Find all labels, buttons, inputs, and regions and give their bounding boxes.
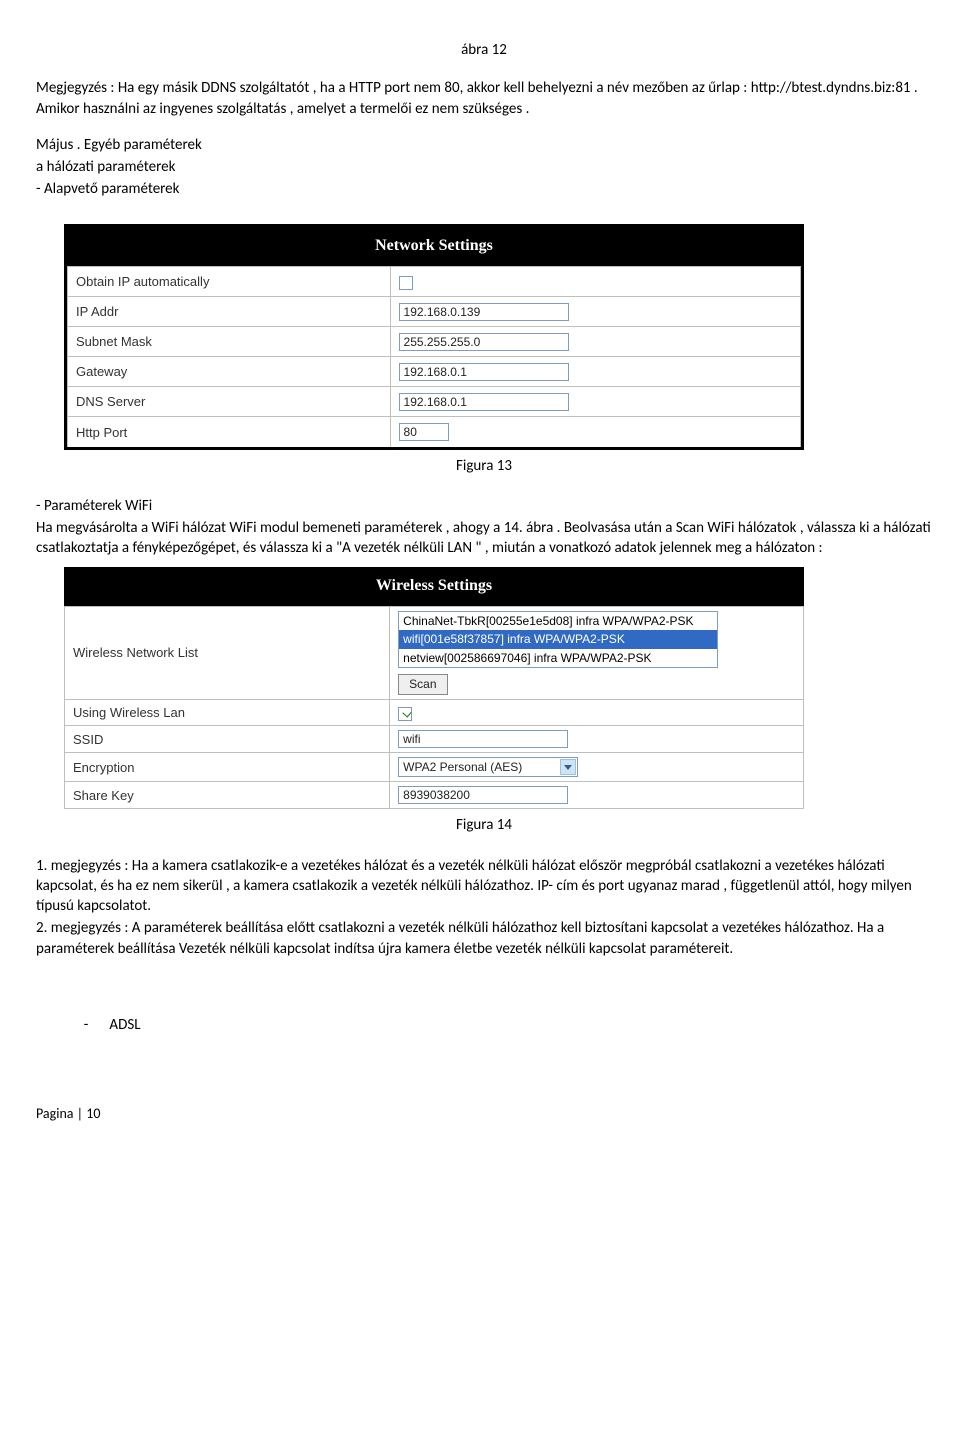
cell-label: Http Port <box>68 417 391 447</box>
bullet-dash: - <box>66 1015 106 1035</box>
table-row: DNS Server 192.168.0.1 <box>68 387 801 417</box>
select-value: WPA2 Personal (AES) <box>403 760 522 774</box>
cell-value: 192.168.0.139 <box>390 297 800 327</box>
cell-value: WPA2 Personal (AES) <box>390 753 804 782</box>
cell-label: Wireless Network List <box>65 607 390 700</box>
paragraph-params-heading: Május . Egyéb paraméterek a hálózati par… <box>36 135 932 200</box>
wireless-network-list[interactable]: ChinaNet-TbkR[00255e1e5d08] infra WPA/WP… <box>398 611 718 668</box>
paragraph-wifi: - Paraméterek WiFi Ha megvásárolta a WiF… <box>36 496 932 559</box>
text-line: - Alapvető paraméterek <box>36 179 932 199</box>
cell-value <box>390 699 804 726</box>
http-port-input[interactable]: 80 <box>399 423 449 441</box>
cell-label: Encryption <box>65 753 390 782</box>
figure-caption-12: ábra 12 <box>36 40 932 60</box>
ssid-input[interactable]: wifi <box>398 730 568 748</box>
network-settings-panel: Network Settings Obtain IP automatically… <box>64 224 804 450</box>
cell-value: 192.168.0.1 <box>390 357 800 387</box>
using-wireless-checkbox[interactable] <box>398 707 412 721</box>
text-line: - Paraméterek WiFi <box>36 496 932 516</box>
cell-value: 8939038200 <box>390 782 804 809</box>
cell-label: Subnet Mask <box>68 327 391 357</box>
scan-button[interactable]: Scan <box>398 674 447 695</box>
panel-title: Wireless Settings <box>64 567 804 607</box>
paragraph-text: 1. megjegyzés : Ha a kamera csatlakozik-… <box>36 856 932 917</box>
cell-label: SSID <box>65 726 390 753</box>
list-item[interactable]: netview[002586697046] infra WPA/WPA2-PSK <box>399 649 717 667</box>
table-row: Wireless Network List ChinaNet-TbkR[0025… <box>65 607 804 700</box>
text-line: Ha megvásárolta a WiFi hálózat WiFi modu… <box>36 518 932 559</box>
table-row: IP Addr 192.168.0.139 <box>68 297 801 327</box>
cell-label: IP Addr <box>68 297 391 327</box>
panel-title: Network Settings <box>67 227 801 267</box>
wireless-settings-table: Wireless Network List ChinaNet-TbkR[0025… <box>64 606 804 809</box>
cell-value: 192.168.0.1 <box>390 387 800 417</box>
paragraph-text: Megjegyzés : Ha egy másik DDNS szolgálta… <box>36 78 932 119</box>
adsl-label: ADSL <box>109 1016 140 1034</box>
figure-caption-14: Figura 14 <box>36 815 932 835</box>
table-row: Encryption WPA2 Personal (AES) <box>65 753 804 782</box>
chevron-down-icon <box>560 759 576 775</box>
table-row: SSID wifi <box>65 726 804 753</box>
cell-label: DNS Server <box>68 387 391 417</box>
cell-value: ChinaNet-TbkR[00255e1e5d08] infra WPA/WP… <box>390 607 804 700</box>
cell-value <box>390 267 800 297</box>
cell-label: Share Key <box>65 782 390 809</box>
cell-value: 80 <box>390 417 800 447</box>
cell-label: Obtain IP automatically <box>68 267 391 297</box>
obtain-ip-checkbox[interactable] <box>399 276 413 290</box>
share-key-input[interactable]: 8939038200 <box>398 786 568 804</box>
list-item[interactable]: ChinaNet-TbkR[00255e1e5d08] infra WPA/WP… <box>399 612 717 630</box>
paragraph-text: 2. megjegyzés : A paraméterek beállítása… <box>36 918 932 959</box>
table-row: Obtain IP automatically <box>68 267 801 297</box>
cell-label: Gateway <box>68 357 391 387</box>
gateway-input[interactable]: 192.168.0.1 <box>399 363 569 381</box>
ip-addr-input[interactable]: 192.168.0.139 <box>399 303 569 321</box>
page-footer: Pagina | 10 <box>36 1105 932 1124</box>
figure-caption-13: Figura 13 <box>36 456 932 476</box>
table-row: Using Wireless Lan <box>65 699 804 726</box>
wireless-settings-panel: Wireless Settings Wireless Network List … <box>64 567 804 810</box>
paragraph-note-1: Megjegyzés : Ha egy másik DDNS szolgálta… <box>36 78 932 119</box>
cell-value: 255.255.255.0 <box>390 327 800 357</box>
table-row: Share Key 8939038200 <box>65 782 804 809</box>
paragraph-note-2: 1. megjegyzés : Ha a kamera csatlakozik-… <box>36 856 932 959</box>
subnet-mask-input[interactable]: 255.255.255.0 <box>399 333 569 351</box>
table-row: Gateway 192.168.0.1 <box>68 357 801 387</box>
text-line: Május . Egyéb paraméterek <box>36 135 932 155</box>
list-item[interactable]: wifi[001e58f37857] infra WPA/WPA2-PSK <box>399 630 717 648</box>
text-line: a hálózati paraméterek <box>36 157 932 177</box>
table-row: Http Port 80 <box>68 417 801 447</box>
cell-value: wifi <box>390 726 804 753</box>
cell-label: Using Wireless Lan <box>65 699 390 726</box>
table-row: Subnet Mask 255.255.255.0 <box>68 327 801 357</box>
dns-server-input[interactable]: 192.168.0.1 <box>399 393 569 411</box>
network-settings-table: Obtain IP automatically IP Addr 192.168.… <box>67 266 801 447</box>
adsl-heading: - ADSL <box>66 1015 932 1035</box>
encryption-select[interactable]: WPA2 Personal (AES) <box>398 757 578 777</box>
